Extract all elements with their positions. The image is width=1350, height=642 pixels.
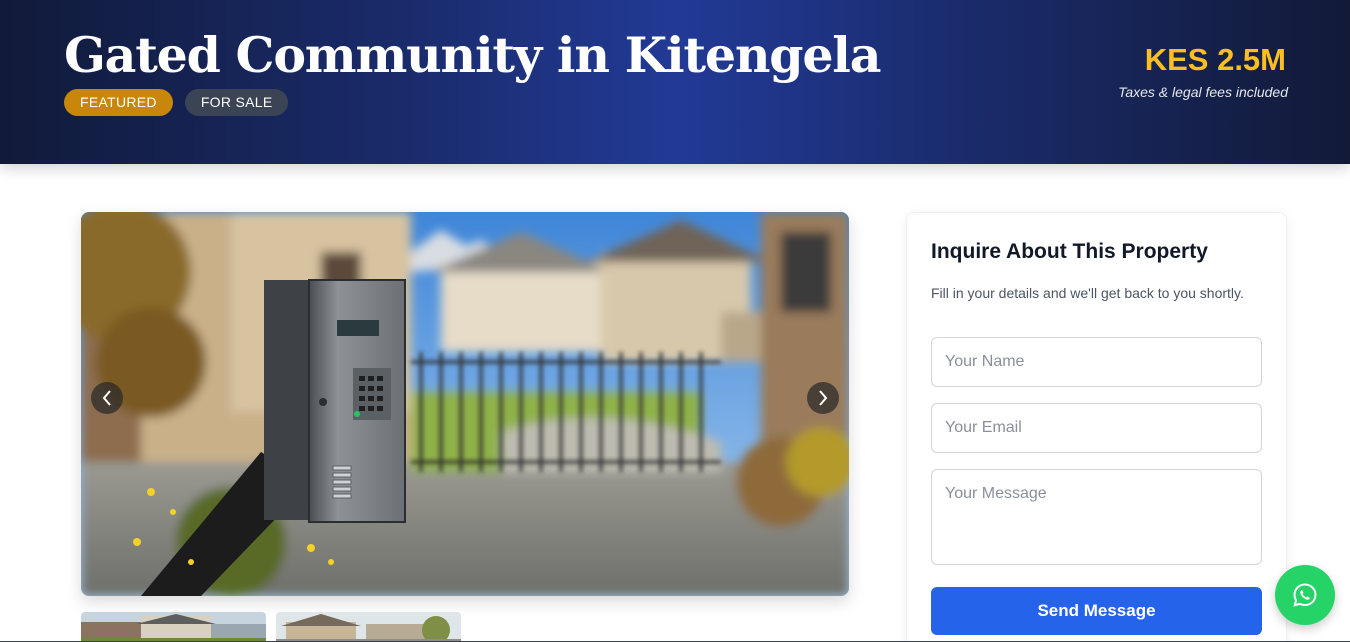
property-price: KES 2.5M [1144, 42, 1286, 77]
email-input[interactable] [931, 403, 1262, 453]
price-note: Taxes & legal fees included [1118, 84, 1288, 100]
gallery-next-button[interactable] [807, 382, 839, 414]
inquiry-subtitle: Fill in your details and we'll get back … [931, 285, 1244, 301]
chevron-left-icon [102, 390, 111, 406]
send-message-button[interactable]: Send Message [931, 587, 1262, 635]
inquiry-form-card: Inquire About This Property Fill in your… [906, 212, 1287, 642]
image-gallery [81, 212, 849, 596]
name-input[interactable] [931, 337, 1262, 387]
gallery-thumbnail[interactable] [276, 612, 461, 642]
property-badges: FEATURED FOR SALE [64, 89, 289, 116]
whatsapp-chat-button[interactable] [1275, 565, 1335, 625]
gallery-thumbnails [81, 612, 461, 642]
inquiry-title: Inquire About This Property [931, 240, 1208, 263]
gallery-thumbnail[interactable] [81, 612, 266, 642]
for-sale-badge: FOR SALE [184, 89, 289, 116]
message-textarea[interactable] [931, 469, 1262, 565]
featured-badge: FEATURED [64, 89, 173, 116]
property-title: Gated Community in Kitengela [64, 26, 881, 84]
gallery-prev-button[interactable] [91, 382, 123, 414]
property-hero: Gated Community in Kitengela FEATURED FO… [0, 0, 1350, 164]
chevron-right-icon [819, 390, 828, 406]
whatsapp-icon [1293, 583, 1317, 607]
main-property-photo [81, 212, 849, 596]
